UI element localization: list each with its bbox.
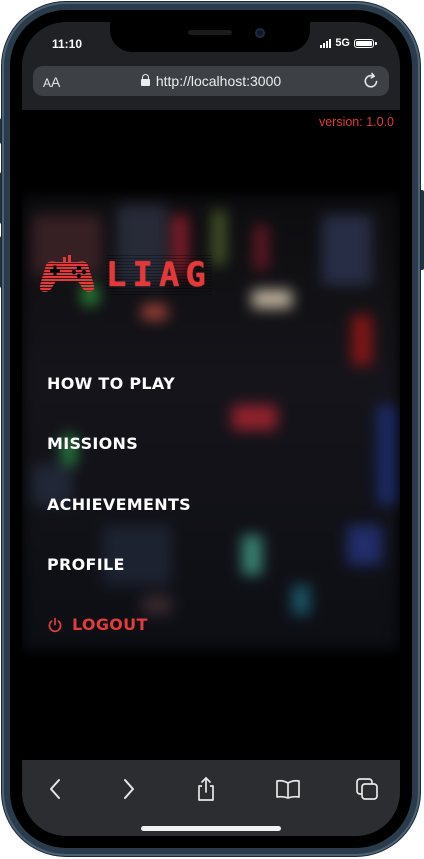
lock-icon — [140, 74, 150, 86]
tabs-icon — [356, 778, 378, 800]
gamepad-icon — [39, 255, 95, 292]
bookmarks-icon — [276, 779, 300, 799]
browser-toolbar — [22, 760, 400, 836]
url-text: http://localhost:3000 — [155, 73, 282, 89]
forward-arrow-icon — [124, 779, 134, 799]
back-button[interactable] — [40, 774, 70, 804]
forward-button[interactable] — [114, 774, 144, 804]
home-indicator[interactable] — [141, 826, 281, 831]
logout-label: LOGOUT — [72, 615, 148, 634]
speaker-grille — [188, 30, 232, 35]
tabs-button[interactable] — [352, 774, 382, 804]
notch — [110, 22, 310, 52]
network-type: 5G — [335, 37, 350, 49]
share-icon — [198, 777, 214, 801]
menu-item-profile[interactable]: PROFILE — [47, 555, 125, 574]
back-arrow-icon — [50, 779, 60, 799]
reload-icon[interactable] — [361, 71, 381, 91]
camera-icon — [255, 28, 265, 38]
battery-icon — [354, 38, 377, 48]
logout-button[interactable]: LOGOUT — [47, 615, 148, 634]
browser-top-chrome: 11:10 5G AA http://localhost:3000 — [22, 22, 400, 110]
menu-item-missions[interactable]: MISSIONS — [47, 434, 138, 453]
app-logo: LIAG — [38, 255, 212, 295]
status-time: 11:10 — [52, 37, 83, 51]
address-bar[interactable]: AA http://localhost:3000 — [33, 66, 389, 96]
version-label: version: 1.0.0 — [318, 115, 394, 129]
status-indicators: 5G — [320, 37, 377, 49]
signal-strength-icon — [320, 38, 332, 48]
phone-screen: 11:10 5G AA http://localhost:3000 versio… — [22, 22, 400, 836]
web-page: version: 1.0.0 LIAG HOW TO PLAY MISSIONS… — [22, 110, 400, 760]
bookmarks-button[interactable] — [273, 774, 303, 804]
power-icon — [48, 617, 62, 632]
logo-text: LIAG — [106, 255, 212, 295]
power-button — [420, 190, 424, 270]
share-button[interactable] — [191, 774, 221, 804]
url-display[interactable]: http://localhost:3000 — [33, 73, 389, 89]
menu-item-achievements[interactable]: ACHIEVEMENTS — [47, 495, 191, 514]
menu-item-how-to-play[interactable]: HOW TO PLAY — [47, 374, 175, 393]
